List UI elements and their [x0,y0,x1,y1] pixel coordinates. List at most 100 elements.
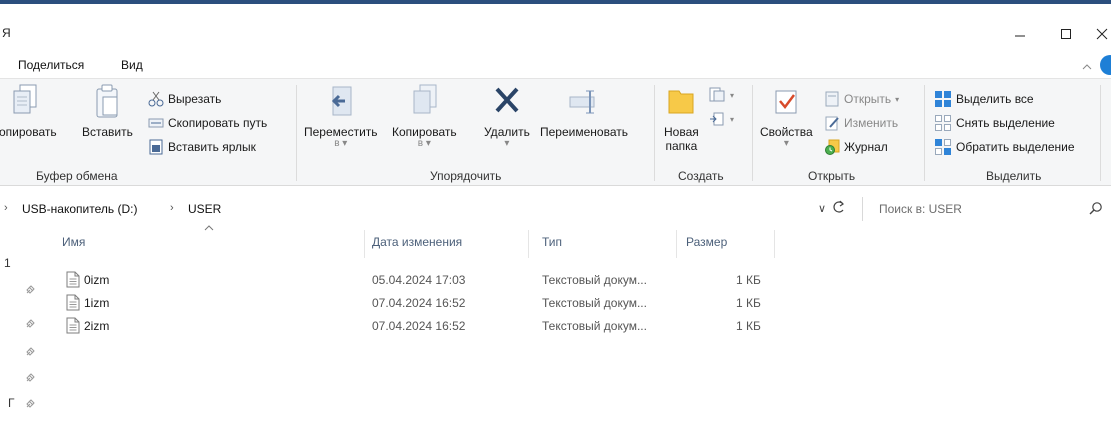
copy-button[interactable]: Копировать [0,83,57,139]
search-input[interactable]: Поиск в: USER [862,197,1111,221]
close-button[interactable] [1082,22,1111,46]
refresh-icon[interactable] [832,199,846,218]
pin-icon[interactable] [24,318,36,333]
column-divider[interactable] [676,230,677,258]
group-divider [924,85,925,181]
navigation-pane: 1 Г [0,222,46,444]
column-header: Имя Дата изменения Тип Размер [46,224,1111,258]
new-folder-line1: Новая [664,125,699,139]
easy-access-caret: ▾ [730,114,735,124]
column-name[interactable]: Имя [62,226,85,258]
group-divider [752,85,753,181]
move-to-button[interactable]: Переместить в ▾ [304,83,378,149]
invert-selection-button[interactable]: Обратить выделение [934,137,1075,157]
new-folder-label: Новая папка [664,125,699,153]
help-icon[interactable] [1100,55,1111,75]
text-file-icon [66,271,80,291]
easy-access-icon [710,112,724,126]
file-size: 1 КБ [736,319,761,333]
rename-button[interactable]: Переименовать [540,83,628,139]
copy-path-button[interactable]: Скопировать путь [148,113,267,133]
organize-group-label: Упорядочить [430,169,502,183]
pin-icon[interactable] [24,284,36,299]
close-icon [1096,28,1108,40]
move-to-label: Переместить [304,125,378,139]
rename-label: Переименовать [540,125,628,139]
group-divider [296,85,297,181]
invert-selection-label: Обратить выделение [956,140,1075,154]
delete-icon [495,87,519,113]
copy-to-icon [413,84,437,114]
file-name: 2izm [84,319,110,333]
minimize-button[interactable] [1000,22,1040,46]
window-title-fragment: Я [2,26,11,40]
cut-button[interactable]: Вырезать [148,89,221,109]
new-item-button[interactable]: ▾ [708,85,734,105]
open-label: Открыть [844,92,892,106]
breadcrumb-separator[interactable]: › [170,202,174,214]
new-folder-button[interactable]: Новая папка [664,83,699,153]
breadcrumb-usb-drive[interactable]: USB-накопитель (D:) [22,202,137,216]
file-type: Текстовый докум... [542,296,647,310]
paste-icon [96,84,118,118]
paste-button[interactable]: Вставить [82,83,133,139]
pin-icon[interactable] [24,398,36,413]
search-placeholder: Поиск в: USER [879,202,962,216]
ribbon-collapse-icon[interactable] [1082,60,1092,74]
open-caret: ▾ [895,94,900,104]
breadcrumb-user[interactable]: USER [188,202,221,216]
copy-icon [13,84,37,114]
select-none-label: Снять выделение [956,116,1055,130]
easy-access-button[interactable]: ▾ [708,109,734,129]
pin-icon[interactable] [24,372,36,387]
column-type[interactable]: Тип [542,226,562,258]
history-button[interactable]: Журнал [824,137,888,157]
file-row[interactable]: 2izm 07.04.2024 16:52 Текстовый докум...… [62,316,782,336]
move-to-caret: в ▾ [334,138,348,149]
address-dropdown-icon[interactable]: ∨ [818,202,826,215]
copy-to-button[interactable]: Копировать в ▾ [392,83,457,149]
pin-icon[interactable] [24,346,36,361]
column-size[interactable]: Размер [686,226,727,258]
file-size: 1 КБ [736,296,761,310]
rename-icon [569,90,595,114]
column-date[interactable]: Дата изменения [372,226,462,258]
paste-shortcut-icon [149,139,163,155]
clipboard-group-label: Буфер обмена [36,169,118,183]
new-folder-line2: папка [665,139,698,153]
breadcrumb-lead-arrow[interactable]: › [4,202,8,214]
search-icon[interactable] [1089,201,1103,218]
select-all-label: Выделить все [956,92,1034,106]
paste-shortcut-button[interactable]: Вставить ярлык [148,137,256,157]
nav-item-fragment[interactable]: Г [8,396,15,410]
select-none-button[interactable]: Снять выделение [934,113,1055,133]
open-button[interactable]: Открыть ▾ [824,89,899,109]
column-divider[interactable] [528,230,529,258]
history-label: Журнал [844,140,888,154]
column-type-label: Тип [542,235,563,249]
properties-button[interactable]: Свойства ▾ [760,83,813,149]
delete-button[interactable]: Удалить ▾ [484,83,530,149]
address-bar[interactable]: › USB-накопитель (D:) › USER ∨ Поиск в: … [0,196,1111,222]
file-row[interactable]: 1izm 07.04.2024 16:52 Текстовый докум...… [62,293,782,313]
column-date-label: Дата изменения [372,235,463,249]
paste-shortcut-label: Вставить ярлык [168,140,256,154]
maximize-button[interactable] [1046,22,1086,46]
title-bar: Я [0,4,1111,54]
column-divider[interactable] [774,230,775,258]
folder-icon [668,90,694,114]
column-divider[interactable] [364,230,365,258]
nav-item-fragment[interactable]: 1 [4,256,11,270]
sort-ascending-icon [204,224,214,234]
create-group-label: Создать [678,169,724,183]
edit-icon [825,116,839,131]
file-date: 07.04.2024 16:52 [372,319,466,333]
group-divider [654,85,655,181]
menu-view[interactable]: Вид [121,58,143,72]
edit-button[interactable]: Изменить [824,113,898,133]
select-all-button[interactable]: Выделить все [934,89,1034,109]
menu-share[interactable]: Поделиться [18,58,84,72]
new-item-icon [709,87,725,102]
file-date: 07.04.2024 16:52 [372,296,466,310]
file-row[interactable]: 0izm 05.04.2024 17:03 Текстовый докум...… [62,270,782,290]
